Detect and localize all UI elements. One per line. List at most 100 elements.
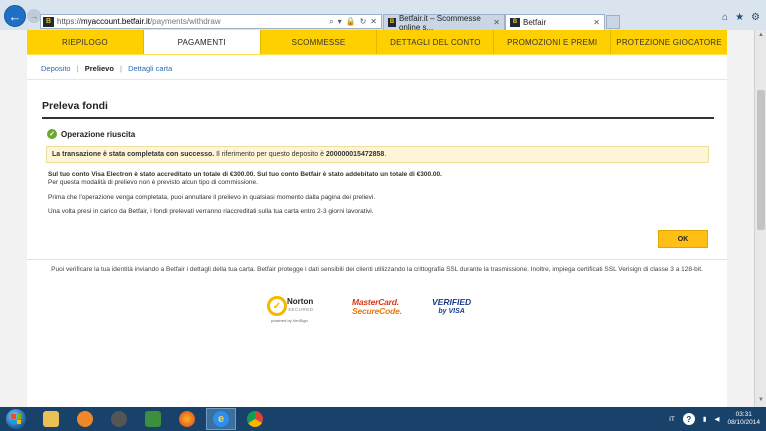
taskbar-chrome[interactable] (240, 408, 270, 430)
address-bar[interactable]: B https:// myaccount.betfair.it /payment… (40, 14, 382, 29)
clock-time: 03:31 (735, 411, 752, 418)
subnav-deposit-link[interactable]: Deposito (41, 64, 71, 73)
page-viewport: RIEPILOGO PAGAMENTI SCOMMESSE DETTAGLI D… (0, 30, 754, 407)
tab-scommesse[interactable]: SCOMMESSE (261, 30, 378, 54)
tabs-divider (27, 54, 727, 55)
tab-protezione[interactable]: PROTEZIONE GIOCATORE (611, 30, 727, 54)
commission-note: Per questa modalità di prelievo non è pr… (48, 179, 258, 186)
back-button[interactable]: ← (4, 5, 26, 27)
forward-button[interactable]: → (27, 9, 41, 23)
reference-number: 200000015472858 (325, 151, 385, 158)
tab-label: Betfair.it – Scommesse online s... (398, 13, 481, 32)
norton-secured-logo: ✓ Norton SECURED powered by VeriSign (267, 294, 319, 323)
success-notice: La transazione è stata completata con su… (46, 146, 709, 163)
firefox-icon (179, 411, 195, 427)
tab-label: Betfair (523, 18, 547, 27)
settings-gear-icon[interactable]: ⚙ (751, 12, 760, 23)
taskbar-wmp[interactable] (104, 408, 134, 430)
page-title: Preleva fondi (42, 100, 108, 112)
subnav-divider (27, 79, 727, 80)
browser-chrome: ← → B https:// myaccount.betfair.it /pay… (0, 0, 766, 32)
credit-summary: Sul tuo conto Visa Electron è stato accr… (48, 171, 442, 178)
home-icon[interactable]: ⌂ (722, 12, 728, 23)
url-path: /payments/withdraw (149, 17, 221, 26)
network-icon[interactable]: ▮ (703, 415, 707, 423)
taskbar-explorer[interactable] (36, 408, 66, 430)
subnav-separator: | (76, 64, 79, 73)
scroll-thumb[interactable] (757, 90, 765, 230)
refresh-icon[interactable]: ↻ (360, 17, 367, 26)
url-host: myaccount.betfair.it (81, 17, 150, 26)
scroll-down-icon[interactable]: ▼ (757, 397, 765, 405)
tab-pagamenti[interactable]: PAGAMENTI (143, 30, 261, 54)
sub-navigation: Deposito | Prelievo | Dettagli carta (41, 64, 172, 73)
scroll-up-icon[interactable]: ▲ (757, 32, 765, 40)
timing-note: Una volta presi in carico da Betfair, i … (48, 208, 374, 215)
visa-line1: VERIFIED (432, 297, 472, 307)
mastercard-securecode-logo: MasterCard. SecureCode. (352, 298, 402, 316)
taskbar-internet-explorer[interactable]: e (206, 408, 236, 430)
chrome-icon (247, 411, 263, 427)
page-content: RIEPILOGO PAGAMENTI SCOMMESSE DETTAGLI D… (27, 30, 727, 407)
subnav-withdraw-current[interactable]: Prelievo (85, 64, 114, 73)
visa-line2: by VISA (438, 308, 465, 315)
cancel-note: Prima che l'operazione venga completata,… (48, 194, 376, 201)
tab-favicon-icon: B (510, 18, 520, 27)
success-heading-text: Operazione riuscita (61, 129, 136, 139)
url-scheme: https:// (57, 17, 82, 26)
mastercard-line2: SecureCode. (352, 306, 402, 316)
notice-text: Il riferimento per questo deposito è (214, 151, 326, 158)
notice-end: . (384, 151, 387, 158)
start-button[interactable] (6, 409, 26, 429)
vertical-scrollbar[interactable]: ▲ ▼ (754, 30, 766, 407)
clock-date: 08/10/2014 (727, 419, 760, 426)
close-icon[interactable]: ✕ (493, 18, 500, 27)
main-navigation: RIEPILOGO PAGAMENTI SCOMMESSE DETTAGLI D… (27, 30, 727, 54)
subnav-card-details-link[interactable]: Dettagli carta (128, 64, 172, 73)
title-rule (42, 117, 714, 119)
windows-media-icon (111, 411, 127, 427)
browser-tab-betfair-home[interactable]: B Betfair.it – Scommesse online s... ✕ (383, 13, 505, 32)
lock-icon[interactable]: 🔒 (346, 17, 356, 26)
stop-icon[interactable]: ✕ (370, 17, 377, 26)
security-logos: ✓ Norton SECURED powered by VeriSign Mas… (267, 294, 507, 324)
search-icon[interactable]: ⌕ (329, 17, 333, 27)
norton-powered: powered by VeriSign (271, 318, 308, 323)
norton-check-icon: ✓ (267, 296, 287, 316)
success-check-icon: ✓ (47, 129, 57, 139)
volume-icon[interactable]: ◀ (714, 415, 719, 423)
system-tray: IT ? ▮ ◀ 03:31 08/10/2014 (669, 409, 760, 429)
success-heading: ✓ Operazione riuscita (47, 129, 135, 139)
clock[interactable]: 03:31 08/10/2014 (727, 411, 760, 427)
new-tab-button[interactable] (606, 15, 620, 29)
ok-button[interactable]: OK (658, 230, 708, 248)
favorites-icon[interactable]: ★ (735, 12, 744, 23)
app-icon (145, 411, 161, 427)
close-icon[interactable]: ✕ (593, 18, 600, 27)
tab-favicon-icon: B (388, 18, 396, 27)
folder-icon (43, 411, 59, 427)
taskbar-firefox[interactable] (172, 408, 202, 430)
address-bar-tools: ⌕ ▾ 🔒 ↻ ✕ (329, 15, 377, 28)
help-icon[interactable]: ? (682, 413, 695, 425)
internet-explorer-icon: e (213, 411, 229, 427)
tab-dettagli-conto[interactable]: DETTAGLI DEL CONTO (377, 30, 495, 54)
verified-by-visa-logo: VERIFIED by VISA (432, 298, 471, 316)
browser-toolbar-icons: ⌂ ★ ⚙ (722, 12, 760, 23)
site-favicon-icon: B (43, 16, 54, 27)
tab-promozioni[interactable]: PROMOZIONI E PREMI (494, 30, 612, 54)
media-player-icon (77, 411, 93, 427)
taskbar-app[interactable] (138, 408, 168, 430)
notice-bold-text: La transazione è stata completata con su… (52, 151, 215, 158)
tab-riepilogo[interactable]: RIEPILOGO (27, 30, 144, 54)
subnav-separator: | (120, 64, 122, 73)
security-footer-text: Puoi verificare la tua identità inviando… (51, 266, 703, 273)
language-indicator[interactable]: IT (669, 416, 675, 423)
norton-sub: SECURED (288, 307, 314, 312)
browser-tab-betfair[interactable]: B Betfair ✕ (505, 14, 605, 30)
footer-divider (27, 259, 727, 260)
norton-text: Norton (287, 297, 314, 306)
windows-taskbar: e IT ? ▮ ◀ 03:31 08/10/2014 (0, 407, 766, 431)
dropdown-icon[interactable]: ▾ (338, 17, 342, 26)
taskbar-media[interactable] (70, 408, 100, 430)
